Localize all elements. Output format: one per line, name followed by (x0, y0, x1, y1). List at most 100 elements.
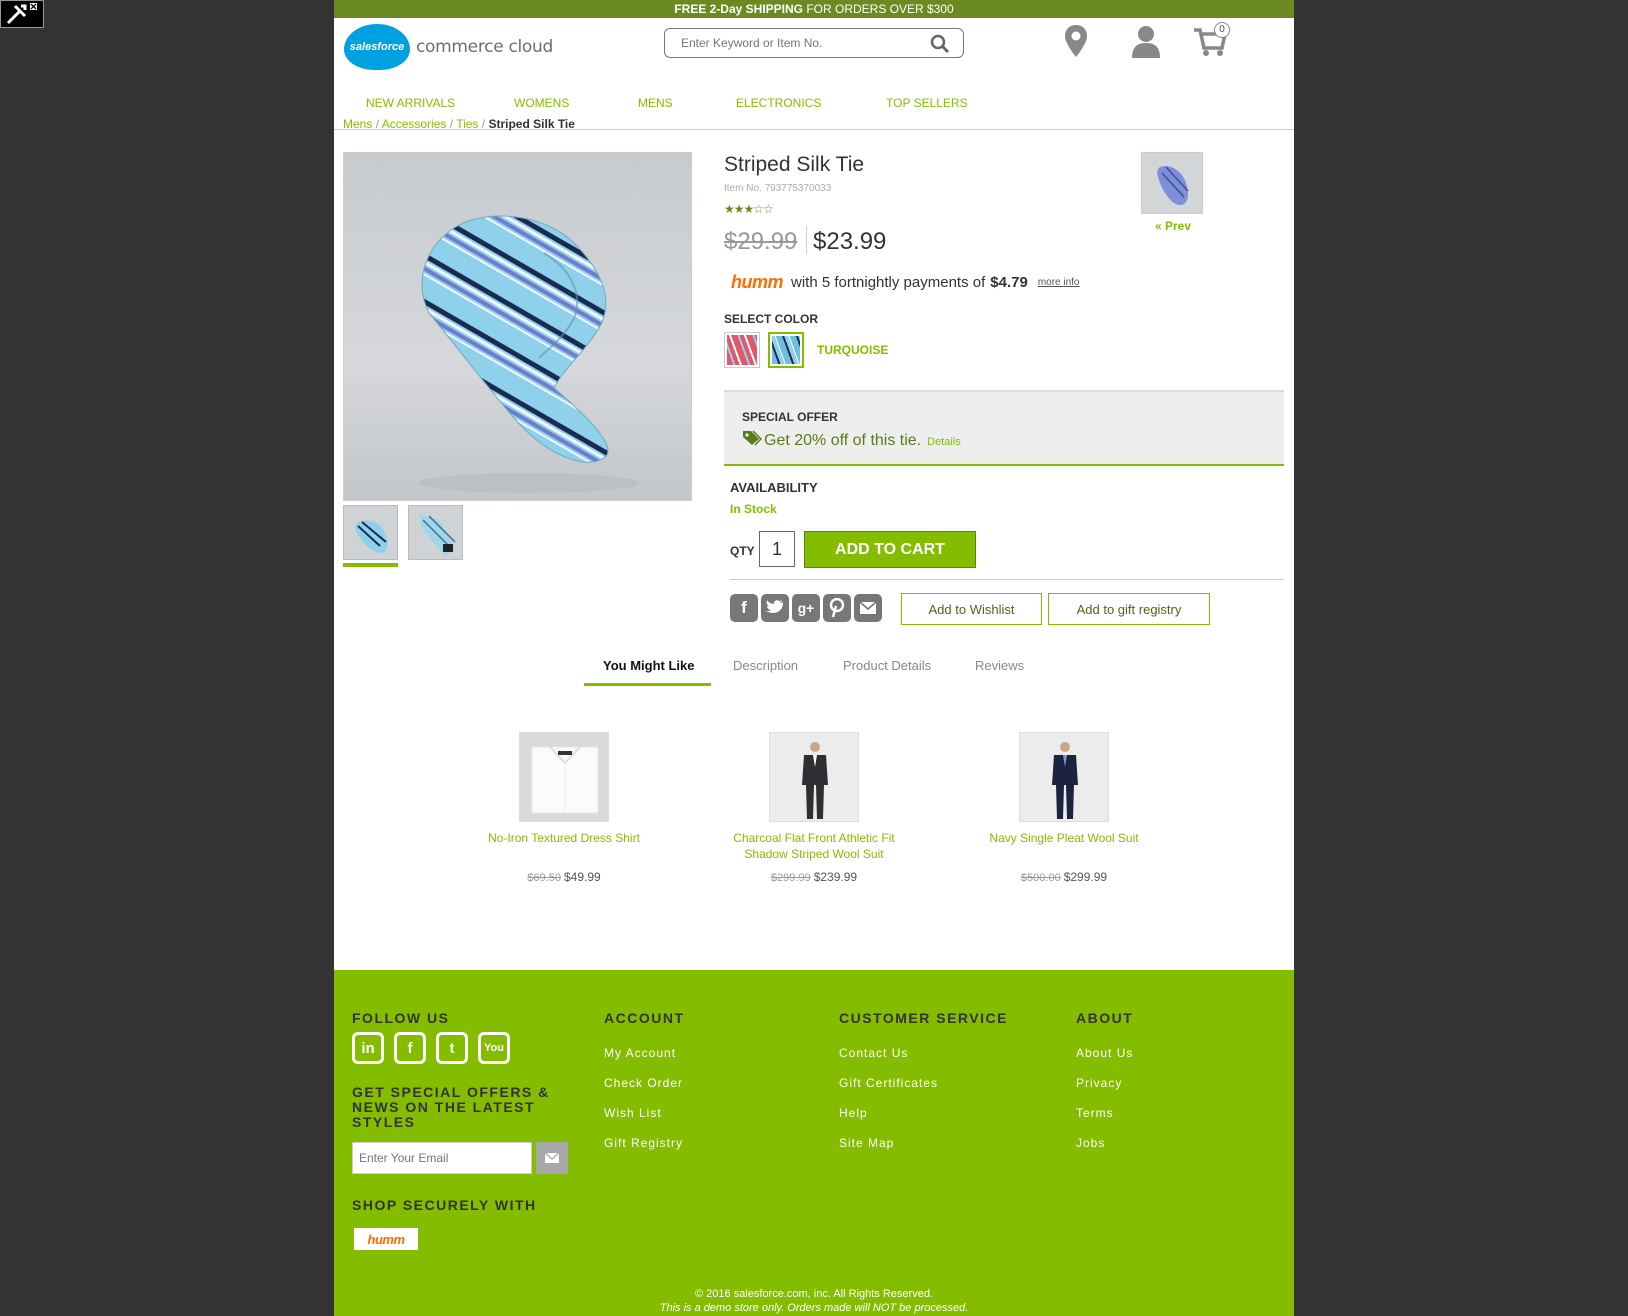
color-swatch-red[interactable] (724, 332, 760, 368)
divider (730, 579, 1284, 580)
nav-new-arrivals[interactable]: NEW ARRIVALS (366, 96, 455, 110)
product-main-image[interactable] (343, 152, 692, 501)
linkedin-icon[interactable]: in (352, 1032, 384, 1064)
price-divider (806, 226, 807, 254)
header: salesforce commerce cloud 0 (334, 18, 1294, 74)
prev-product-link[interactable]: « Prev (1155, 219, 1191, 233)
recommendation-sale-price: $239.99 (813, 870, 858, 884)
brand-logo[interactable]: salesforce commerce cloud (344, 24, 553, 70)
tab-product-details[interactable]: Product Details (843, 658, 931, 673)
thumbnail-selected-indicator (343, 563, 398, 567)
google-plus-icon[interactable]: g+ (792, 594, 820, 622)
humm-badge-logo: humm (354, 1228, 418, 1250)
newsletter-email-input[interactable] (352, 1142, 532, 1174)
tag-icon (742, 430, 763, 451)
footer-link-terms[interactable]: Terms (1076, 1106, 1114, 1120)
facebook-icon[interactable]: f (730, 594, 758, 622)
special-offer-box: SPECIAL OFFER Get 20% off of this tie. D… (724, 390, 1284, 466)
footer-follow-heading: FOLLOW US (352, 1010, 450, 1026)
nav-womens[interactable]: WOMENS (514, 96, 569, 110)
rating-stars: ★★★☆☆ (724, 202, 774, 216)
humm-amount: $4.79 (990, 274, 1028, 291)
youtube-icon[interactable]: You (478, 1032, 510, 1064)
newsletter-submit-button[interactable] (536, 1142, 568, 1174)
footer-link-privacy[interactable]: Privacy (1076, 1076, 1122, 1090)
tab-reviews[interactable]: Reviews (975, 658, 1024, 673)
recommendation-old-price: $69.50 (527, 872, 561, 884)
product-thumbnail[interactable] (343, 505, 398, 560)
recommendation-name[interactable]: Charcoal Flat Front Athletic Fit Shadow … (724, 830, 904, 870)
recommendation-card[interactable]: No-Iron Textured Dress Shirt $69.50 $49.9… (474, 732, 654, 884)
recommendation-sale-price: $299.99 (1063, 870, 1108, 884)
search-input[interactable] (681, 29, 931, 57)
offer-text: Get 20% off of this tie. (764, 431, 922, 449)
add-to-wishlist-button[interactable]: Add to Wishlist (901, 593, 1042, 625)
twitter-icon[interactable] (761, 594, 789, 622)
qty-input[interactable] (759, 531, 795, 567)
footer-account-heading: ACCOUNT (604, 1010, 685, 1026)
footer-link-site-map[interactable]: Site Map (839, 1136, 894, 1150)
recommendation-price: $299.99 $239.99 (724, 870, 904, 884)
add-to-cart-button[interactable]: ADD TO CART (804, 531, 976, 568)
recommendation-image[interactable] (1019, 732, 1109, 822)
prev-product-thumbnail[interactable] (1141, 152, 1203, 214)
tools-icon[interactable] (0, 0, 44, 28)
recommendation-card[interactable]: Navy Single Pleat Wool Suit $500.00 $299.… (974, 732, 1154, 884)
offer-details-link[interactable]: Details (927, 436, 961, 448)
copyright-text: © 2016 salesforce.com, inc. All Rights R… (695, 1288, 933, 1300)
product-title: Striped Silk Tie (724, 153, 865, 176)
select-color-label: SELECT COLOR (724, 312, 819, 326)
breadcrumb-ties[interactable]: Ties (456, 117, 478, 131)
recommendation-card[interactable]: Charcoal Flat Front Athletic Fit Shadow … (724, 732, 904, 884)
recommendation-name[interactable]: No-Iron Textured Dress Shirt (474, 830, 654, 870)
recommendation-image[interactable] (769, 732, 859, 822)
breadcrumb-separator: / (481, 117, 486, 131)
footer-link-jobs[interactable]: Jobs (1076, 1136, 1105, 1150)
account-icon[interactable] (1130, 24, 1162, 63)
footer-link-about-us[interactable]: About Us (1076, 1046, 1133, 1060)
footer-link-gift-registry[interactable]: Gift Registry (604, 1136, 683, 1150)
footer-link-help[interactable]: Help (839, 1106, 868, 1120)
offer-title: SPECIAL OFFER (742, 410, 838, 424)
nav-mens[interactable]: MENS (638, 96, 673, 110)
search-box (664, 28, 964, 58)
footer-link-check-order[interactable]: Check Order (604, 1076, 683, 1090)
promo-bar: FREE 2-Day SHIPPING FOR ORDERS OVER $300 (334, 0, 1294, 18)
facebook-icon[interactable]: f (394, 1032, 426, 1064)
color-swatch-turquoise[interactable] (768, 332, 804, 368)
breadcrumb-separator: / (449, 117, 454, 131)
price-sale: $23.99 (813, 228, 887, 255)
tab-you-might-like[interactable]: You Might Like (603, 658, 694, 673)
breadcrumb-accessories[interactable]: Accessories (382, 117, 447, 131)
brand-name: commerce cloud (416, 37, 553, 57)
selected-color-name: TURQUOISE (817, 343, 889, 357)
availability-value: In Stock (730, 502, 777, 516)
recommendation-price: $500.00 $299.99 (974, 870, 1154, 884)
nav-top-sellers[interactable]: TOP SELLERS (886, 96, 968, 110)
add-to-gift-registry-button[interactable]: Add to gift registry (1048, 593, 1210, 625)
breadcrumb-mens[interactable]: Mens (343, 117, 372, 131)
footer-link-contact-us[interactable]: Contact Us (839, 1046, 908, 1060)
cart-icon[interactable]: 0 (1192, 22, 1230, 63)
recommendation-old-price: $500.00 (1020, 872, 1061, 884)
humm-more-info-link[interactable]: more info (1038, 277, 1080, 288)
email-icon[interactable] (854, 594, 882, 622)
nav-electronics[interactable]: ELECTRONICS (736, 96, 821, 110)
footer: FOLLOW US in f t You GET SPECIAL OFFERS … (334, 970, 1294, 1316)
twitter-icon[interactable]: t (436, 1032, 468, 1064)
search-icon[interactable] (929, 33, 951, 55)
recommendation-image[interactable] (519, 732, 609, 822)
recommendation-old-price: $299.99 (770, 872, 811, 884)
store-locator-icon[interactable] (1064, 24, 1088, 63)
humm-text: with 5 fortnightly payments of (791, 274, 986, 291)
product-thumbnail[interactable] (408, 505, 463, 560)
offer-text-row: Get 20% off of this tie. Details (742, 430, 961, 451)
footer-link-wish-list[interactable]: Wish List (604, 1106, 662, 1120)
footer-link-my-account[interactable]: My Account (604, 1046, 676, 1060)
price-original: $29.99 (724, 228, 798, 255)
pinterest-icon[interactable] (823, 594, 851, 622)
promo-bold: FREE 2-Day SHIPPING (674, 2, 803, 16)
tab-description[interactable]: Description (733, 658, 798, 673)
recommendation-name[interactable]: Navy Single Pleat Wool Suit (974, 830, 1154, 870)
footer-link-gift-certificates[interactable]: Gift Certificates (839, 1076, 938, 1090)
